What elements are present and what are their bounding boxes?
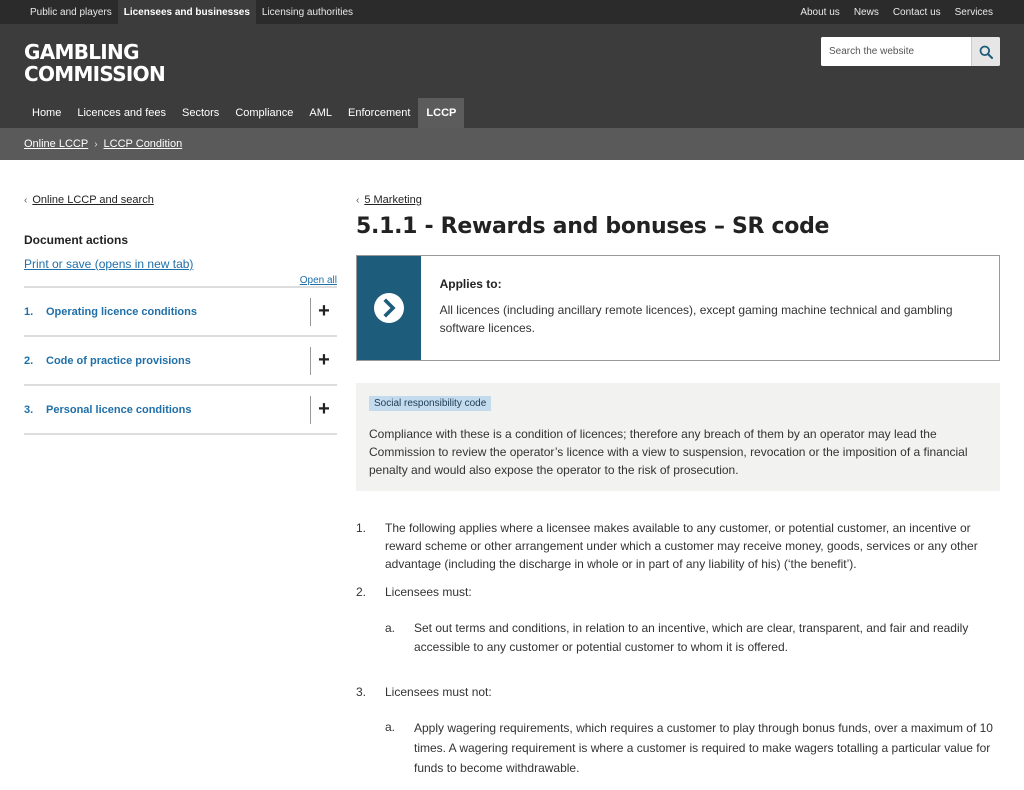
list-item: 1. The following applies where a license… <box>356 519 1000 573</box>
nav-aml[interactable]: AML <box>301 98 340 128</box>
audience-link-licensees[interactable]: Licensees and businesses <box>117 0 256 24</box>
sub-list-item: a. Apply wagering requirements, which re… <box>385 718 1000 778</box>
back-link-marketing[interactable]: 5 Marketing <box>364 194 421 206</box>
plus-icon[interactable]: + <box>310 346 337 375</box>
accordion-item-label: Operating licence conditions <box>46 305 197 318</box>
applies-text: Applies to: All licences (including anci… <box>421 256 999 360</box>
main-content: ‹ 5 Marketing 5.1.1 - Rewards and bonuse… <box>356 194 1000 778</box>
breadcrumb-lccp-condition[interactable]: LCCP Condition <box>104 138 183 150</box>
breadcrumb-online-lccp[interactable]: Online LCCP <box>24 138 88 150</box>
utility-link-services[interactable]: Services <box>948 0 1000 24</box>
sub-item-text: Set out terms and conditions, in relatio… <box>414 621 969 654</box>
accordion-item-code-of-practice[interactable]: 2. Code of practice provisions + <box>24 337 337 386</box>
sr-description: Compliance with these is a condition of … <box>369 427 968 477</box>
audience-links: Public and players Licensees and busines… <box>24 0 359 24</box>
accordion-item-number: 3. <box>24 403 34 416</box>
utility-link-contact[interactable]: Contact us <box>886 0 948 24</box>
nav-sectors[interactable]: Sectors <box>174 98 227 128</box>
print-save-link[interactable]: Print or save (opens in new tab) <box>24 257 337 271</box>
list-item-text: Licensees must not: <box>385 685 492 699</box>
sub-list-item: a. Set out terms and conditions, in rela… <box>385 619 1000 657</box>
document-actions-heading: Document actions <box>24 233 129 247</box>
back-link-online-lccp[interactable]: Online LCCP and search <box>32 194 153 206</box>
plus-icon[interactable]: + <box>310 395 337 424</box>
utility-bar: Public and players Licensees and busines… <box>0 0 1024 24</box>
open-all-link[interactable]: Open all <box>24 275 337 286</box>
accordion-item-label: Personal licence conditions <box>46 403 192 416</box>
social-responsibility-box: Social responsibility code Compliance wi… <box>356 383 1000 491</box>
sub-item-letter: a. <box>385 720 396 734</box>
content-back: ‹ 5 Marketing <box>356 194 1000 206</box>
accordion-item-label: Code of practice provisions <box>46 354 191 367</box>
utility-links: About us News Contact us Services <box>793 0 1000 24</box>
search-form <box>821 37 1000 66</box>
search-input[interactable] <box>821 37 971 66</box>
search-icon <box>979 45 993 59</box>
chevron-right-icon: › <box>94 138 98 150</box>
main-nav: Home Licences and fees Sectors Complianc… <box>0 98 1024 128</box>
applies-body: All licences (including ancillary remote… <box>439 303 953 335</box>
breadcrumb: Online LCCP › LCCP Condition <box>0 128 1024 160</box>
list-item: 2. Licensees must: <box>356 583 1000 601</box>
arrow-circle-icon <box>373 293 404 323</box>
utility-link-news[interactable]: News <box>847 0 886 24</box>
nav-enforcement[interactable]: Enforcement <box>340 98 418 128</box>
site-header: GAMBLING COMMISSION <box>0 24 1024 98</box>
list-item-text: The following applies where a licensee m… <box>385 521 978 571</box>
accordion-item-number: 2. <box>24 354 34 367</box>
accordion-item-operating[interactable]: 1. Operating licence conditions + <box>24 288 337 337</box>
plus-icon[interactable]: + <box>310 297 337 326</box>
utility-link-about[interactable]: About us <box>793 0 846 24</box>
accordion-item-number: 1. <box>24 305 34 318</box>
applies-title: Applies to: <box>439 277 502 291</box>
provisions-list: 1. The following applies where a license… <box>356 519 1000 778</box>
sidebar-back: ‹ Online LCCP and search <box>24 194 337 206</box>
list-item-number: 2. <box>356 585 367 599</box>
logo-line-1: GAMBLING <box>24 40 139 64</box>
list-item: 3. Licensees must not: <box>356 683 1000 701</box>
sr-code-tag: Social responsibility code <box>369 396 492 411</box>
sub-item-text: Apply wagering requirements, which requi… <box>414 721 993 775</box>
applies-icon-panel <box>357 256 421 360</box>
applies-to-box: Applies to: All licences (including anci… <box>356 255 1000 361</box>
logo-line-2: COMMISSION <box>24 62 166 86</box>
search-button[interactable] <box>971 37 1000 66</box>
audience-link-authorities[interactable]: Licensing authorities <box>256 0 359 24</box>
chevron-left-icon: ‹ <box>24 194 28 206</box>
nav-home[interactable]: Home <box>24 98 69 128</box>
list-item-number: 3. <box>356 685 367 699</box>
sub-item-letter: a. <box>385 621 396 635</box>
nav-compliance[interactable]: Compliance <box>227 98 301 128</box>
sidebar: ‹ Online LCCP and search Document action… <box>24 194 337 435</box>
nav-licences-and-fees[interactable]: Licences and fees <box>69 98 174 128</box>
page-title: 5.1.1 - Rewards and bonuses – SR code <box>356 214 830 239</box>
site-logo[interactable]: GAMBLING COMMISSION <box>24 40 166 86</box>
nav-lccp[interactable]: LCCP <box>418 98 465 128</box>
chevron-left-icon: ‹ <box>356 194 360 206</box>
list-item-text: Licensees must: <box>385 585 472 599</box>
audience-link-public[interactable]: Public and players <box>24 0 118 24</box>
accordion: 1. Operating licence conditions + 2. Cod… <box>24 286 337 435</box>
list-item-number: 1. <box>356 521 367 535</box>
accordion-item-personal[interactable]: 3. Personal licence conditions + <box>24 386 337 435</box>
